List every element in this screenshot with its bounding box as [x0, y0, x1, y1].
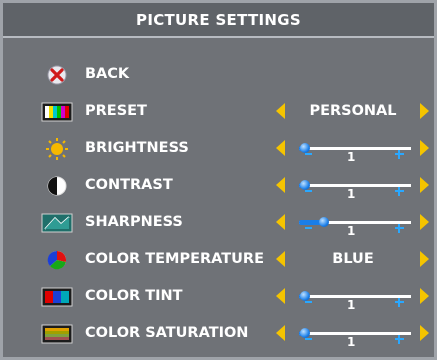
menu-item-label: SHARPNESS — [85, 214, 183, 230]
color-tint-slider[interactable]: 1 — [291, 284, 415, 312]
color-tint-increase-arrow[interactable] — [420, 288, 429, 304]
plus-icon — [395, 150, 404, 159]
brightness-icon — [40, 137, 74, 161]
color-saturation-value: 1 — [347, 335, 356, 349]
brightness-increase-arrow[interactable] — [420, 140, 429, 156]
slider-knob[interactable] — [300, 291, 310, 301]
brightness-decrease-arrow[interactable] — [276, 140, 285, 156]
menu-item-color-tint[interactable]: COLOR TINT 1 — [3, 282, 434, 312]
brightness-value: 1 — [347, 150, 356, 164]
preset-value: PERSONAL — [309, 103, 397, 119]
contrast-increase-arrow[interactable] — [420, 177, 429, 193]
color-temperature-value: BLUE — [332, 251, 374, 267]
slider-knob[interactable] — [318, 217, 329, 227]
back-icon — [40, 63, 74, 87]
sharpness-decrease-arrow[interactable] — [276, 214, 285, 230]
menu-item-label: COLOR TINT — [85, 288, 183, 304]
minus-icon — [305, 301, 312, 303]
sharpness-slider[interactable]: 1 — [291, 210, 415, 238]
contrast-decrease-arrow[interactable] — [276, 177, 285, 193]
plus-icon — [395, 335, 404, 344]
plus-icon — [395, 187, 404, 196]
menu-item-label: BRIGHTNESS — [85, 140, 189, 156]
color-saturation-slider[interactable]: 1 — [291, 321, 415, 349]
color-temperature-icon — [40, 248, 74, 272]
title-bar: PICTURE SETTINGS — [3, 3, 434, 38]
slider-knob[interactable] — [300, 328, 310, 338]
minus-icon — [305, 338, 312, 340]
menu-item-label: PRESET — [85, 103, 147, 119]
contrast-value: 1 — [347, 187, 356, 201]
preset-right-arrow[interactable] — [420, 103, 429, 119]
color-temperature-left-arrow[interactable] — [276, 251, 285, 267]
minus-icon — [305, 227, 312, 229]
menu-item-label: CONTRAST — [85, 177, 173, 193]
sharpness-value: 1 — [347, 224, 356, 238]
menu-item-contrast[interactable]: CONTRAST 1 — [3, 171, 434, 201]
brightness-slider[interactable]: 1 — [291, 136, 415, 164]
preset-icon — [40, 100, 74, 124]
menu-item-sharpness[interactable]: SHARPNESS 1 — [3, 208, 434, 238]
color-tint-icon — [40, 285, 74, 309]
color-tint-value: 1 — [347, 298, 356, 312]
contrast-slider[interactable]: 1 — [291, 173, 415, 201]
plus-icon — [395, 298, 404, 307]
color-saturation-icon — [40, 322, 74, 346]
menu-item-preset[interactable]: PRESET PERSONAL — [3, 97, 434, 127]
preset-left-arrow[interactable] — [276, 103, 285, 119]
sharpness-increase-arrow[interactable] — [420, 214, 429, 230]
picture-settings-panel: PICTURE SETTINGS BACK PRESET PERSONAL BR… — [0, 0, 437, 360]
menu-item-label: COLOR SATURATION — [85, 325, 249, 341]
menu-item-back[interactable]: BACK — [3, 60, 434, 90]
contrast-icon — [40, 174, 74, 198]
color-saturation-decrease-arrow[interactable] — [276, 325, 285, 341]
slider-knob[interactable] — [300, 143, 310, 153]
menu-item-brightness[interactable]: BRIGHTNESS 1 — [3, 134, 434, 164]
minus-icon — [305, 153, 312, 155]
sharpness-icon — [40, 211, 74, 235]
color-temperature-right-arrow[interactable] — [420, 251, 429, 267]
page-title: PICTURE SETTINGS — [136, 10, 301, 29]
menu-item-label: BACK — [85, 66, 130, 82]
color-saturation-increase-arrow[interactable] — [420, 325, 429, 341]
color-tint-decrease-arrow[interactable] — [276, 288, 285, 304]
menu-item-color-temperature[interactable]: COLOR TEMPERATURE BLUE — [3, 245, 434, 275]
menu-item-label: COLOR TEMPERATURE — [85, 251, 264, 267]
slider-knob[interactable] — [300, 180, 310, 190]
plus-icon — [395, 224, 404, 233]
menu-item-color-saturation[interactable]: COLOR SATURATION 1 — [3, 319, 434, 349]
minus-icon — [305, 190, 312, 192]
